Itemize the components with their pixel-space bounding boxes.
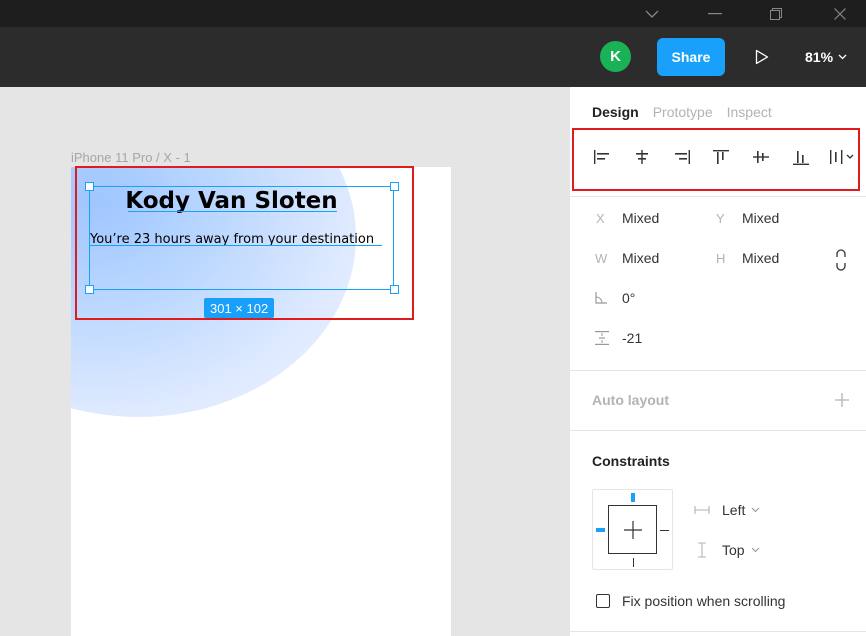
- play-icon[interactable]: [748, 43, 776, 71]
- zoom-level: 81%: [805, 49, 834, 65]
- constraint-top-active[interactable]: [631, 493, 635, 502]
- divider: [570, 631, 866, 632]
- align-left-icon[interactable]: [590, 144, 614, 170]
- tab-prototype[interactable]: Prototype: [653, 104, 713, 120]
- chevron-down-icon: [838, 54, 847, 60]
- tab-inspect[interactable]: Inspect: [727, 104, 772, 120]
- horizontal-constraint-dropdown[interactable]: Left: [694, 502, 760, 518]
- rotation-field[interactable]: 0°: [622, 290, 635, 306]
- auto-layout-label: Auto layout: [592, 392, 669, 408]
- h-label: H: [716, 251, 726, 266]
- selection-box[interactable]: [89, 186, 394, 290]
- add-auto-layout-icon[interactable]: [832, 390, 852, 410]
- w-field[interactable]: Mixed: [622, 250, 659, 266]
- vertical-constraint-icon: [698, 542, 706, 558]
- spacing-field[interactable]: -21: [622, 330, 642, 346]
- constraint-box: [608, 505, 657, 554]
- align-bottom-icon[interactable]: [789, 144, 813, 170]
- minimize-icon[interactable]: [695, 0, 735, 27]
- fix-position-label[interactable]: Fix position when scrolling: [622, 593, 785, 609]
- y-label: Y: [716, 211, 725, 226]
- size-badge: 301 × 102: [204, 298, 275, 318]
- w-label: W: [595, 251, 608, 266]
- window-titlebar: [0, 0, 866, 27]
- resize-handle-top-left[interactable]: [85, 182, 94, 191]
- spacing-icon: [594, 330, 610, 351]
- align-horizontal-center-icon[interactable]: [630, 144, 654, 170]
- divider: [570, 370, 866, 371]
- constrain-proportions-icon[interactable]: [834, 249, 848, 276]
- chevron-down-icon: [751, 547, 759, 553]
- chevron-down-icon: [751, 507, 760, 513]
- constraints-label: Constraints: [592, 453, 670, 469]
- h-field[interactable]: Mixed: [742, 250, 779, 266]
- share-button[interactable]: Share: [657, 38, 725, 76]
- align-top-icon[interactable]: [709, 144, 733, 170]
- y-field[interactable]: Mixed: [742, 210, 779, 226]
- x-field[interactable]: Mixed: [622, 210, 659, 226]
- design-canvas[interactable]: iPhone 11 Pro / X - 1 Kody Van Sloten Yo…: [0, 87, 569, 636]
- constraint-bottom[interactable]: [632, 558, 634, 567]
- vertical-constraint-value: Top: [722, 542, 745, 558]
- restore-icon[interactable]: [756, 0, 796, 27]
- divider: [570, 430, 866, 431]
- resize-handle-top-right[interactable]: [390, 182, 399, 191]
- x-label: X: [596, 211, 605, 226]
- chevron-down-icon[interactable]: [632, 0, 672, 27]
- constraint-right[interactable]: [660, 529, 669, 531]
- align-vertical-center-icon[interactable]: [749, 144, 773, 170]
- frame-label[interactable]: iPhone 11 Pro / X - 1: [71, 150, 191, 165]
- divider: [570, 196, 866, 197]
- zoom-dropdown[interactable]: 81%: [805, 43, 847, 71]
- constraint-widget[interactable]: [592, 489, 673, 570]
- align-right-icon[interactable]: [670, 144, 694, 170]
- top-toolbar: K Share 81%: [0, 27, 866, 87]
- vertical-constraint-dropdown[interactable]: Top: [694, 542, 760, 558]
- distribute-spacing-icon[interactable]: [828, 144, 858, 170]
- resize-handle-bottom-right[interactable]: [390, 285, 399, 294]
- alignment-toolbar: [590, 144, 860, 170]
- properties-panel: Design Prototype Inspect X Mixed Y Mixed: [569, 87, 866, 636]
- horizontal-constraint-icon: [694, 506, 710, 514]
- panel-tabs: Design Prototype Inspect: [592, 104, 772, 120]
- close-icon[interactable]: [820, 0, 860, 27]
- resize-handle-bottom-left[interactable]: [85, 285, 94, 294]
- fix-position-checkbox[interactable]: [596, 594, 610, 608]
- tab-design[interactable]: Design: [592, 104, 639, 120]
- constraint-left-active[interactable]: [596, 528, 605, 532]
- horizontal-constraint-value: Left: [722, 502, 746, 518]
- rotation-icon: [595, 291, 609, 310]
- avatar[interactable]: K: [600, 41, 631, 72]
